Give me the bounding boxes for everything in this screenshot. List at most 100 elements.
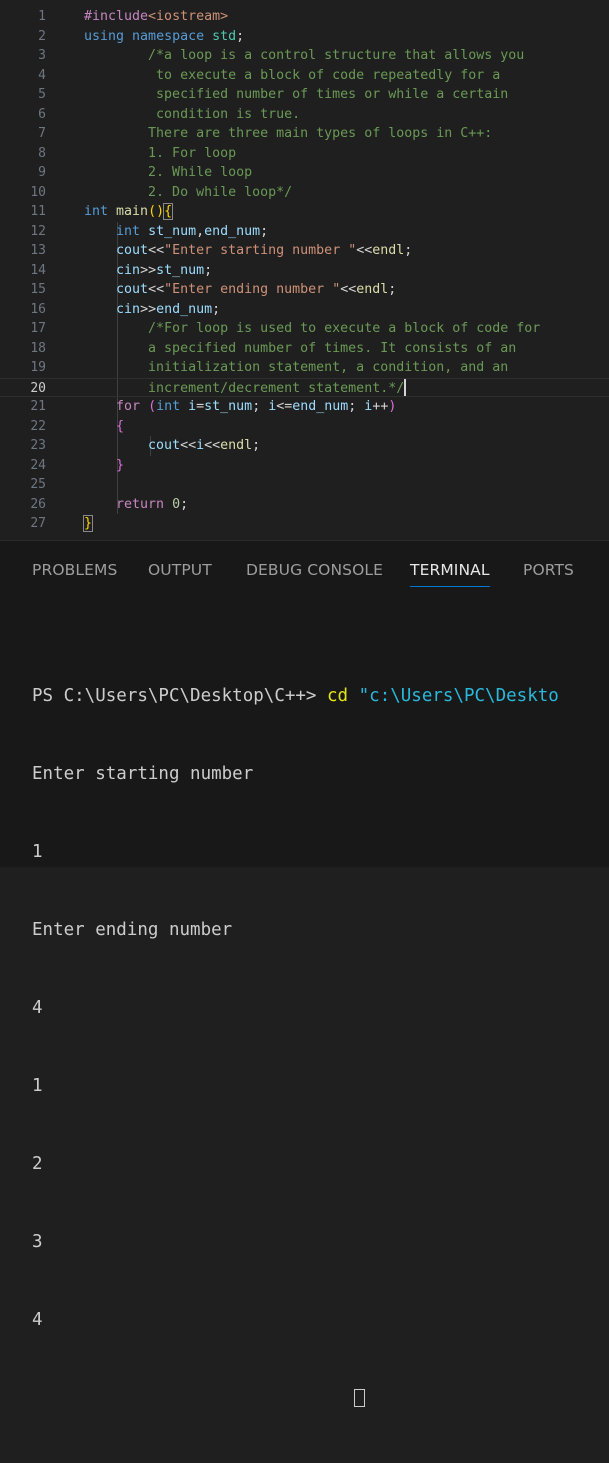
code-line[interactable]: 20 increment/decrement statement.*/ bbox=[0, 377, 609, 397]
code-text: #include<iostream> bbox=[84, 7, 228, 27]
code-token: end_num bbox=[156, 301, 213, 317]
tab-terminal[interactable]: TERMINAL bbox=[410, 561, 490, 579]
code-text: There are three main types of loops in C… bbox=[84, 124, 492, 144]
code-token: cout bbox=[116, 243, 149, 258]
line-number: 21 bbox=[30, 399, 46, 414]
code-text: { bbox=[84, 417, 124, 437]
code-token: ; bbox=[252, 438, 261, 453]
terminal-line: 1 bbox=[32, 1076, 43, 1096]
code-token: specified number of times or while a cer… bbox=[84, 87, 509, 102]
terminal-line: 1 bbox=[32, 842, 43, 862]
code-line[interactable]: 23 cout<<i<<endl; bbox=[0, 436, 609, 456]
code-line[interactable]: 14 cin>>st_num; bbox=[0, 261, 609, 281]
terminal-output[interactable]: PS C:\Users\PC\Desktop\C++> cd "c:\Users… bbox=[32, 631, 609, 1463]
code-line[interactable]: 25 bbox=[0, 475, 609, 495]
code-token: 2. While loop bbox=[84, 165, 253, 180]
code-line[interactable]: 24 } bbox=[0, 456, 609, 476]
code-token: There are three main types of loops in C… bbox=[84, 126, 493, 141]
code-text: cout<<"Enter starting number "<<endl; bbox=[84, 241, 412, 261]
tab-output[interactable]: OUTPUT bbox=[148, 561, 212, 579]
code-line[interactable]: 15 cout<<"Enter ending number "<<endl; bbox=[0, 280, 609, 300]
code-line[interactable]: 19 initialization statement, a condition… bbox=[0, 358, 609, 378]
code-line[interactable]: 8 1. For loop bbox=[0, 144, 609, 164]
code-line[interactable]: 7 There are three main types of loops in… bbox=[0, 124, 609, 144]
code-line[interactable]: 5 specified number of times or while a c… bbox=[0, 85, 609, 105]
code-token: ; bbox=[204, 262, 213, 278]
panel-tabs: PROBLEMS OUTPUT DEBUG CONSOLE TERMINAL P… bbox=[0, 541, 609, 599]
code-token: int bbox=[84, 204, 117, 219]
code-line[interactable]: 16 cin>>end_num; bbox=[0, 300, 609, 320]
code-line[interactable]: 6 condition is true. bbox=[0, 105, 609, 125]
terminal-cursor-line bbox=[32, 1385, 609, 1411]
code-token: end_num bbox=[292, 399, 349, 414]
code-text: /*For loop is used to execute a block of… bbox=[84, 319, 540, 339]
line-number: 19 bbox=[30, 360, 46, 375]
code-editor[interactable]: 1 #include<iostream> 2 using namespace std;… bbox=[0, 0, 609, 540]
tab-ports[interactable]: PORTS bbox=[523, 561, 574, 579]
code-text: condition is true. bbox=[84, 105, 300, 125]
code-token: } bbox=[116, 457, 125, 473]
code-token: ; bbox=[252, 399, 269, 414]
code-line[interactable]: 1 #include<iostream> bbox=[0, 7, 609, 27]
code-text: 1. For loop bbox=[84, 144, 236, 164]
line-number: 14 bbox=[30, 262, 46, 278]
code-token: a specified number of times. It consists… bbox=[84, 340, 517, 356]
bottom-panel: PROBLEMS OUTPUT DEBUG CONSOLE TERMINAL P… bbox=[0, 540, 609, 1407]
code-line[interactable]: 22 { bbox=[0, 417, 609, 437]
code-line[interactable]: 17 /*For loop is used to execute a block… bbox=[0, 319, 609, 339]
tab-problems[interactable]: PROBLEMS bbox=[32, 561, 117, 579]
code-token: to execute a block of code repeatedly fo… bbox=[84, 67, 501, 83]
code-line[interactable]: 10 2. Do while loop*/ bbox=[0, 183, 609, 203]
line-number: 22 bbox=[30, 418, 46, 434]
code-line[interactable]: 13 cout<<"Enter starting number "<<endl; bbox=[0, 241, 609, 261]
code-token: << bbox=[148, 243, 165, 258]
line-number: 20 bbox=[30, 380, 46, 396]
code-line[interactable]: 12 int st_num,end_num; bbox=[0, 222, 609, 242]
line-number: 6 bbox=[38, 106, 46, 122]
code-line[interactable]: 21 for (int i=st_num; i<=end_num; i++) bbox=[0, 397, 609, 417]
code-text: return 0; bbox=[84, 495, 188, 515]
line-number: 12 bbox=[30, 223, 46, 239]
code-text: to execute a block of code repeatedly fo… bbox=[84, 66, 500, 86]
terminal-line: 3 bbox=[32, 1232, 43, 1252]
code-token: return bbox=[116, 496, 173, 512]
line-number: 27 bbox=[30, 516, 46, 531]
code-line[interactable]: 9 2. While loop bbox=[0, 163, 609, 183]
code-token: int bbox=[116, 223, 149, 239]
code-token: ( bbox=[148, 399, 157, 414]
terminal-command-arg: "c:\Users\PC\Deskto bbox=[348, 686, 559, 706]
code-line[interactable]: 11 int main(){ bbox=[0, 202, 609, 222]
code-token: initialization statement, a condition, a… bbox=[84, 360, 509, 375]
code-token: end_num bbox=[204, 223, 261, 239]
code-line[interactable]: 18 a specified number of times. It consi… bbox=[0, 339, 609, 359]
code-line[interactable]: 4 to execute a block of code repeatedly … bbox=[0, 66, 609, 86]
code-token: <iostream> bbox=[148, 9, 229, 24]
code-text: using namespace std; bbox=[84, 27, 244, 47]
terminal-command: cd bbox=[327, 686, 349, 706]
code-line[interactable]: 26 return 0; bbox=[0, 495, 609, 515]
code-text: } bbox=[84, 456, 124, 476]
code-token: <= bbox=[276, 399, 293, 414]
line-number: 8 bbox=[38, 145, 46, 161]
code-line[interactable]: 3 /*a loop is a control structure that a… bbox=[0, 46, 609, 66]
code-token: st_num bbox=[148, 223, 197, 239]
line-number: 23 bbox=[30, 438, 46, 453]
code-token: /*a loop is a control structure that all… bbox=[84, 48, 525, 63]
code-line[interactable]: 27} bbox=[0, 514, 609, 534]
terminal-prompt: PS C:\Users\PC\Desktop\C++> bbox=[32, 686, 328, 706]
code-token: i bbox=[188, 399, 197, 414]
tab-debug-console[interactable]: DEBUG CONSOLE bbox=[246, 561, 383, 579]
text-cursor bbox=[404, 379, 407, 396]
code-token: >> bbox=[140, 301, 157, 317]
code-token: ; bbox=[388, 282, 397, 297]
line-number: 1 bbox=[38, 9, 46, 24]
line-number: 5 bbox=[38, 87, 46, 102]
code-line[interactable]: 2 using namespace std; bbox=[0, 27, 609, 47]
active-tab-indicator bbox=[410, 586, 490, 587]
